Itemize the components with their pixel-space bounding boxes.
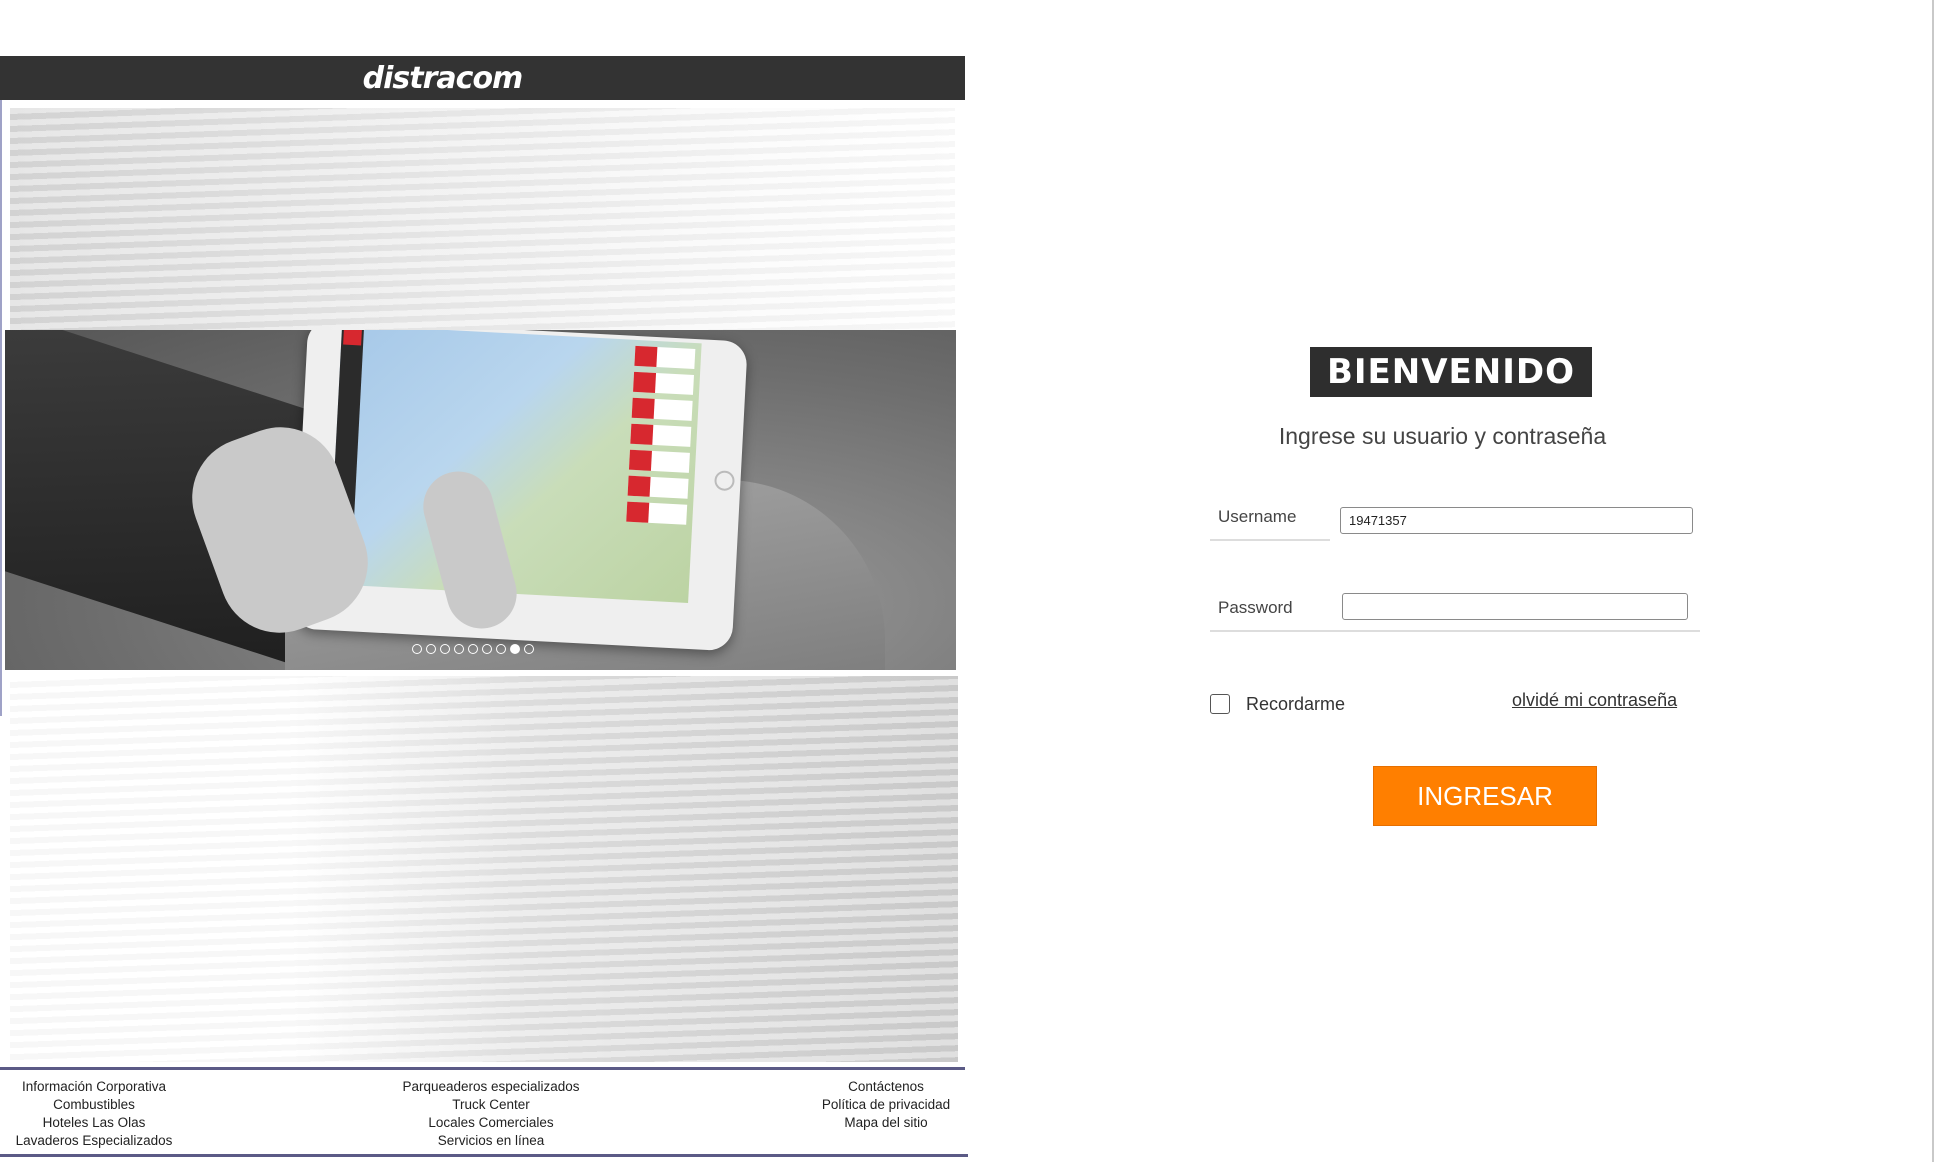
carousel-dot-1[interactable] xyxy=(412,644,422,654)
search-icon xyxy=(343,330,362,346)
footer-link-servicios-en-linea[interactable]: Servicios en línea xyxy=(376,1132,606,1150)
carousel-dot-9[interactable] xyxy=(524,644,534,654)
carousel-dot-7[interactable] xyxy=(496,644,506,654)
carousel-dot-8[interactable] xyxy=(510,644,520,654)
footer-link-contactenos[interactable]: Contáctenos xyxy=(806,1078,966,1096)
footer-link-locales-comerciales[interactable]: Locales Comerciales xyxy=(376,1114,606,1132)
footer-link-combustibles[interactable]: Combustibles xyxy=(4,1096,184,1114)
footer-link-informacion-corporativa[interactable]: Información Corporativa xyxy=(4,1078,184,1096)
footer-link-hoteles-las-olas[interactable]: Hoteles Las Olas xyxy=(4,1114,184,1132)
carousel-dot-2[interactable] xyxy=(426,644,436,654)
footer-link-truck-center[interactable]: Truck Center xyxy=(376,1096,606,1114)
carousel-dot-3[interactable] xyxy=(440,644,450,654)
footer-column-2: Parqueaderos especializados Truck Center… xyxy=(376,1078,606,1150)
right-edge-line xyxy=(1932,0,1934,1162)
login-submit-button[interactable]: INGRESAR xyxy=(1373,766,1597,826)
remember-label: Recordarme xyxy=(1246,694,1346,714)
username-input[interactable] xyxy=(1340,507,1693,534)
carousel-dot-5[interactable] xyxy=(468,644,478,654)
header-bar: distracom xyxy=(0,56,965,100)
footer-top-divider xyxy=(0,1067,965,1070)
carousel-dot-6[interactable] xyxy=(482,644,492,654)
tablet-service-menu xyxy=(625,345,696,549)
tablet-home-button xyxy=(713,470,736,492)
login-subtitle: Ingrese su usuario y contraseña xyxy=(1278,423,1607,449)
footer-bottom-divider xyxy=(0,1154,968,1157)
distracom-logo: distracom xyxy=(362,60,524,96)
carousel-dot-4[interactable] xyxy=(454,644,464,654)
carousel-dots xyxy=(412,644,534,654)
footer-link-mapa-sitio[interactable]: Mapa del sitio xyxy=(806,1114,966,1132)
footer-link-parqueaderos[interactable]: Parqueaderos especializados xyxy=(376,1078,606,1096)
hero-carousel-image[interactable] xyxy=(5,330,956,670)
tablet-image xyxy=(292,330,748,652)
footer-link-lavaderos[interactable]: Lavaderos Especializados xyxy=(4,1132,184,1150)
footer-column-3: Contáctenos Política de privacidad Mapa … xyxy=(806,1078,966,1132)
password-input[interactable] xyxy=(1342,593,1688,620)
background-panel-bottom xyxy=(10,676,958,1062)
footer-link-politica-privacidad[interactable]: Política de privacidad xyxy=(806,1096,966,1114)
background-panel-top xyxy=(10,108,955,332)
remember-checkbox[interactable] xyxy=(1210,694,1230,714)
welcome-title: BIENVENIDO xyxy=(1310,347,1592,397)
footer-column-1: Información Corporativa Combustibles Hot… xyxy=(4,1078,184,1150)
tablet-map-screen xyxy=(328,330,702,603)
forgot-password-link[interactable]: olvidé mi contraseña xyxy=(1512,690,1677,711)
username-label: Username xyxy=(1210,507,1330,541)
